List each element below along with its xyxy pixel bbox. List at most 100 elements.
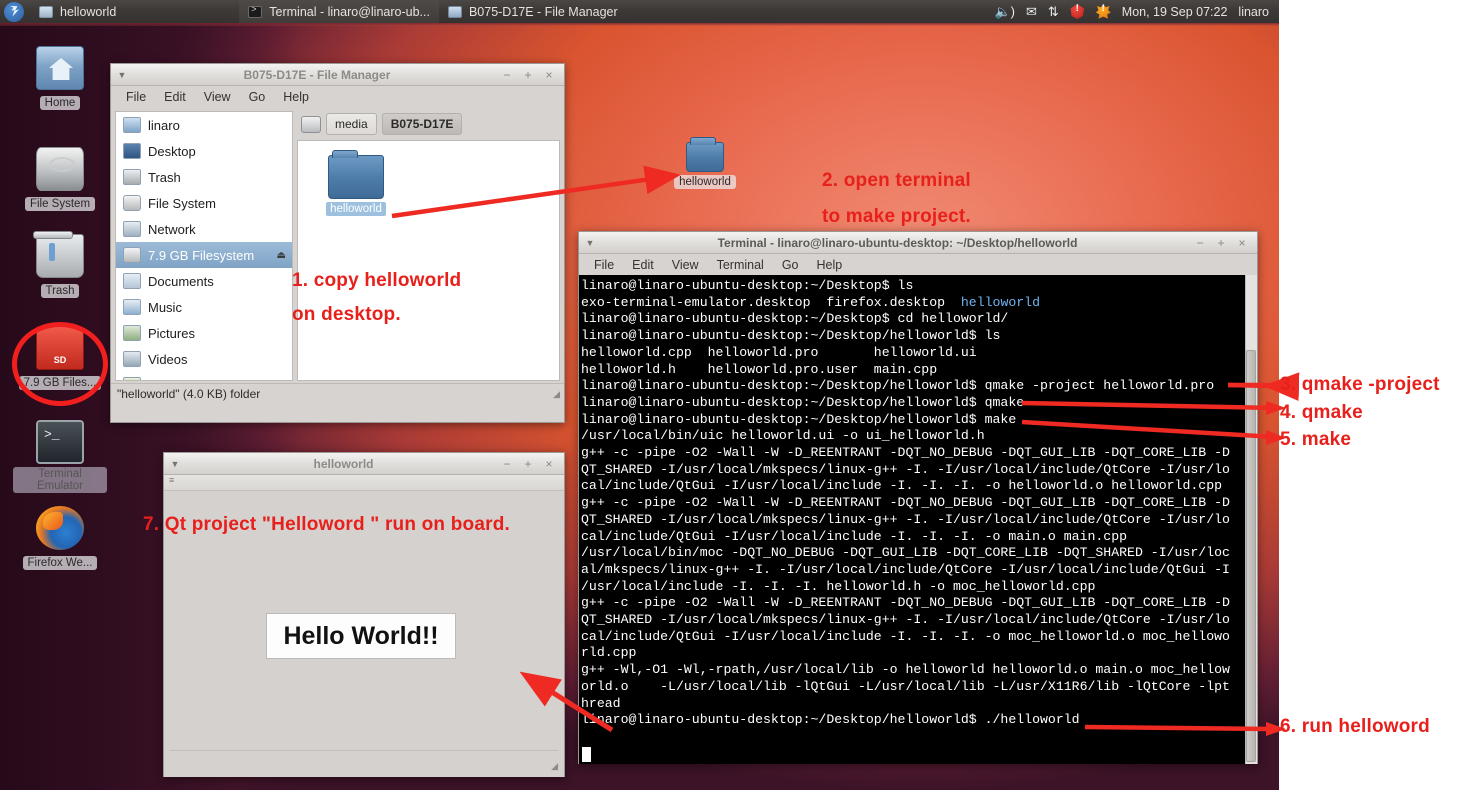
desktop-icon-helloworld[interactable]: helloworld [657,137,753,190]
harddisk-icon [36,147,84,191]
volume-icon[interactable]: 🔈) [994,5,1015,18]
terminal-window[interactable]: ▼ Terminal - linaro@linaro-ubuntu-deskto… [578,231,1258,764]
sidebar-item-desktop[interactable]: Desktop [116,138,292,164]
device-icon[interactable] [301,115,321,133]
breadcrumb-media[interactable]: media [326,113,377,135]
desktop-icon-trash[interactable]: Trash [12,230,108,299]
menu-help[interactable]: Help [808,256,852,274]
resize-grip[interactable]: ◢ [553,389,560,400]
close-button[interactable]: × [1236,236,1248,250]
terminal-icon [36,420,84,464]
menu-view[interactable]: View [663,256,708,274]
minimize-button[interactable]: − [501,457,513,471]
menu-go[interactable]: Go [773,256,808,274]
maximize-button[interactable]: + [522,457,534,471]
terminal-cursor [582,747,591,762]
eject-icon[interactable]: ⏏ [277,250,286,261]
maximize-button[interactable]: + [522,68,534,82]
desktop[interactable]: helloworld Terminal - linaro@linaro-ub..… [0,0,1279,790]
terminal-titlebar[interactable]: ▼ Terminal - linaro@linaro-ubuntu-deskto… [579,232,1257,254]
maximize-button[interactable]: + [1215,236,1227,250]
sidebar-item-videos[interactable]: Videos [116,346,292,372]
window-menu-icon[interactable]: ▼ [111,70,133,80]
minimize-button[interactable]: − [1194,236,1206,250]
terminal-scrollbar[interactable] [1245,275,1257,764]
terminal-screen[interactable]: linaro@linaro-ubuntu-desktop:~/Desktop$ … [579,275,1257,764]
videos-icon [123,351,141,367]
taskbar-label: helloworld [60,4,117,19]
resize-grip[interactable]: ◢ [551,761,558,772]
file-list-view[interactable]: helloworld [297,140,560,381]
menu-help[interactable]: Help [274,88,318,106]
sidebar-label: 7.9 GB Filesystem [148,247,255,263]
home-folder-icon [36,46,84,90]
menu-go[interactable]: Go [240,88,275,106]
breadcrumb-current[interactable]: B075-D17E [381,113,463,135]
file-manager-menubar[interactable]: File Edit View Go Help [111,86,564,107]
ubuntu-logo-icon[interactable] [4,1,24,22]
desktop-icon-label: Trash [40,284,80,298]
terminal-menubar[interactable]: File Edit View Terminal Go Help [579,254,1257,275]
window-title: Terminal - linaro@linaro-ubuntu-desktop:… [717,235,1078,250]
taskbar-label: B075-D17E - File Manager [468,4,618,19]
helloworld-toolbar[interactable]: ≡ [164,475,564,491]
helloworld-app-window[interactable]: ▼ helloworld − + × ≡ Hello World!! ◢ [163,452,565,777]
menu-terminal[interactable]: Terminal [708,256,773,274]
terminal-output: linaro@linaro-ubuntu-desktop:~/Desktop$ … [581,278,1257,729]
sidebar-item-linaro[interactable]: linaro [116,112,292,138]
close-button[interactable]: × [543,457,555,471]
annotation-step-4: 4. qmake [1280,402,1363,423]
desktop-icon-home[interactable]: Home [12,46,108,111]
network-updown-icon[interactable]: ⇅ [1048,5,1059,18]
user-menu[interactable]: linaro [1238,5,1269,19]
menu-file[interactable]: File [117,88,155,106]
desktop-icon-firefox[interactable]: Firefox We... [12,504,108,571]
folder-icon [686,137,724,172]
terminal-line: linaro@linaro-ubuntu-desktop:~/Desktop/h… [581,394,1025,410]
terminal-line: g++ -c -pipe -O2 -Wall -W -D_REENTRANT -… [581,595,1230,611]
sidebar-item-downloads[interactable]: Downloads [116,372,292,380]
sidebar-item-network[interactable]: Network [116,216,292,242]
sidebar-item-trash[interactable]: Trash [116,164,292,190]
terminal-line: helloworld.cpp helloworld.pro helloworld… [581,344,977,360]
sidebar-label: Videos [148,351,188,367]
sidebar-item-pictures[interactable]: Pictures [116,320,292,346]
breadcrumb[interactable]: media B075-D17E [297,111,560,137]
sidebar-item-music[interactable]: Music [116,294,292,320]
mail-icon[interactable]: ✉ [1026,5,1037,18]
file-item-helloworld[interactable]: helloworld [320,150,392,217]
file-manager-titlebar[interactable]: ▼ B075-D17E - File Manager − + × [111,64,564,86]
sidebar-item-documents[interactable]: Documents [116,268,292,294]
taskbar-item-file-manager[interactable]: B075-D17E - File Manager [439,0,627,23]
sidebar-label: Trash [148,169,181,185]
menu-file[interactable]: File [585,256,623,274]
menu-view[interactable]: View [195,88,240,106]
helloworld-titlebar[interactable]: ▼ helloworld − + × [164,453,564,475]
file-item-label: helloworld [326,202,386,216]
desktop-icon-file-system[interactable]: File System [12,138,108,212]
sidebar-label: linaro [148,117,180,133]
warning-icon[interactable] [1095,4,1111,19]
window-menu-icon[interactable]: ▼ [579,238,601,248]
clock[interactable]: Mon, 19 Sep 07:22 [1122,5,1228,19]
file-manager-sidebar[interactable]: linaro Desktop Trash File System Network… [115,111,293,381]
menu-edit[interactable]: Edit [155,88,195,106]
update-alert-icon[interactable] [1070,4,1085,19]
status-divider [170,750,558,751]
minimize-button[interactable]: − [501,68,513,82]
menu-edit[interactable]: Edit [623,256,663,274]
close-button[interactable]: × [543,68,555,82]
terminal-line: /usr/local/include -I. -I. -I. helloworl… [581,578,1096,594]
desktop-icon-terminal-emulator[interactable]: Terminal Emulator [12,414,108,494]
scrollbar-thumb[interactable] [1246,350,1256,762]
system-tray[interactable]: 🔈) ✉ ⇅ Mon, 19 Sep 07:22 linaro [994,4,1279,19]
taskbar-item-terminal[interactable]: Terminal - linaro@linaro-ub... [239,0,439,23]
window-menu-icon[interactable]: ▼ [164,459,186,469]
sidebar-item-filesystem-volume[interactable]: 7.9 GB Filesystem ⏏ [116,242,292,268]
sidebar-item-file-system[interactable]: File System [116,190,292,216]
file-manager-window[interactable]: ▼ B075-D17E - File Manager − + × File Ed… [110,63,565,423]
taskbar-item-helloworld[interactable]: helloworld [30,0,125,23]
terminal-line: g++ -c -pipe -O2 -Wall -W -D_REENTRANT -… [581,445,1230,461]
top-panel[interactable]: helloworld Terminal - linaro@linaro-ub..… [0,0,1279,23]
terminal-line: QT_SHARED -I/usr/local/mkspecs/linux-g++… [581,511,1230,527]
